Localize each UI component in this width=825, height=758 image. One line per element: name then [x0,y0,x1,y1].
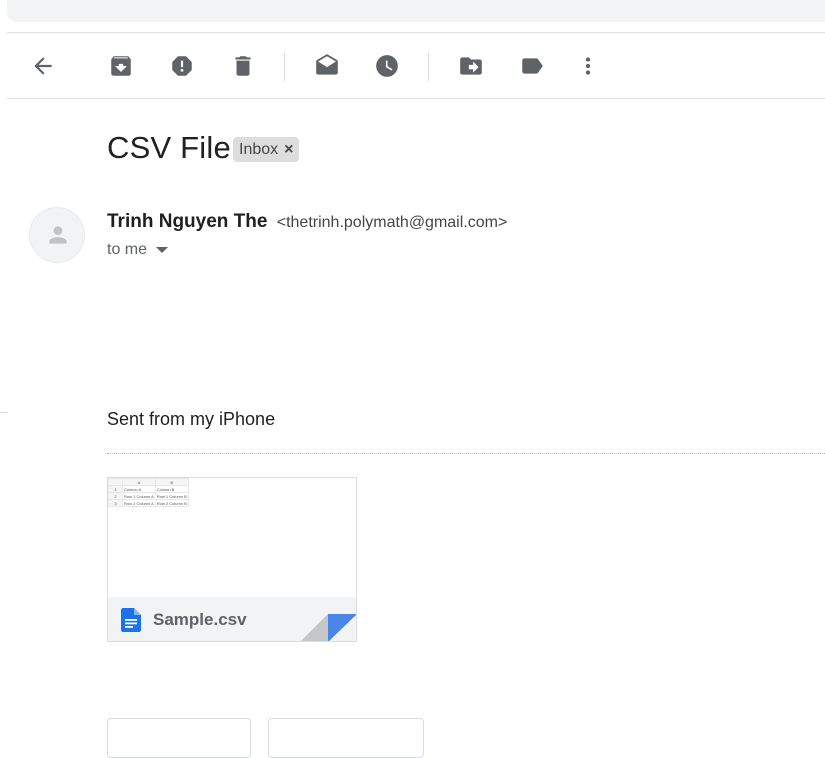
preview-cell: 3 [108,499,123,507]
back-button[interactable] [28,51,58,81]
move-to-icon [460,57,482,75]
mark-unread-icon [316,54,338,75]
attachments-divider [107,453,825,454]
attachment-filename: Sample.csv [153,610,247,629]
message-toolbar [7,32,825,99]
report-spam-button[interactable] [167,51,197,81]
mark-unread-button[interactable] [312,51,342,81]
preview-cell: Column B [154,485,189,493]
snooze-icon [376,55,398,77]
sender-avatar[interactable] [29,207,85,263]
preview-row: 1 Column A Column B [108,485,189,493]
chevron-down-icon [156,247,169,253]
more-vert-icon [585,57,591,75]
reply-button[interactable] [107,718,251,758]
archive-button[interactable] [106,51,136,81]
sender-email: <thetrinh.polymath@gmail.com> [276,214,508,231]
preview-cell: 2 [108,492,123,500]
archive-icon [111,56,131,76]
left-edge-mark [0,412,8,413]
delete-button[interactable] [228,51,258,81]
delete-icon [235,56,251,76]
preview-cell [108,478,123,486]
report-spam-icon [172,56,192,76]
label-chip-text: Inbox [239,140,279,158]
preview-row: 3 Row 2 Column A Row 2 Column B [108,499,189,507]
toolbar-separator [428,53,429,81]
preview-cell: 1 [108,485,123,493]
sender-name[interactable]: Trinh Nguyen The [107,211,267,232]
remove-label-button[interactable]: × [284,141,293,159]
back-arrow-icon [34,57,52,75]
preview-cell: Row 1 Column B [154,492,189,500]
email-body: Sent from my iPhone [107,409,276,429]
preview-row: 2 Row 1 Column A Row 1 Column B [108,492,189,500]
preview-cell: Row 1 Column A [122,492,156,500]
page-curl-icon [301,614,356,641]
label-icon [522,58,543,74]
more-options-button[interactable] [573,51,603,81]
preview-cell: Column A [122,485,156,493]
preview-cell: Row 2 Column A [122,499,156,507]
sender-line: Trinh Nguyen The <thetrinh.polymath@gmai… [107,211,507,233]
labels-button[interactable] [517,51,547,81]
preview-cell: B [154,478,189,486]
recipient-label: to me [107,241,148,258]
recipient-details-toggle[interactable]: to me [107,241,169,259]
preview-cell: Row 2 Column B [154,499,189,507]
inbox-label-chip[interactable]: Inbox × [233,137,300,162]
snooze-button[interactable] [372,51,402,81]
person-icon [49,226,67,244]
preview-header-row: A B [108,478,189,486]
move-to-button[interactable] [456,51,486,81]
email-subject: CSV File [107,130,231,165]
search-bar[interactable] [7,0,825,22]
preview-cell: A [122,478,156,486]
attachment-preview-table: A B 1 Column A Column B 2 Row 1 Column A… [108,478,189,507]
forward-button[interactable] [268,718,424,758]
toolbar-separator [284,53,285,81]
google-doc-icon [121,608,141,632]
attachment-card[interactable]: A B 1 Column A Column B 2 Row 1 Column A… [107,477,357,642]
